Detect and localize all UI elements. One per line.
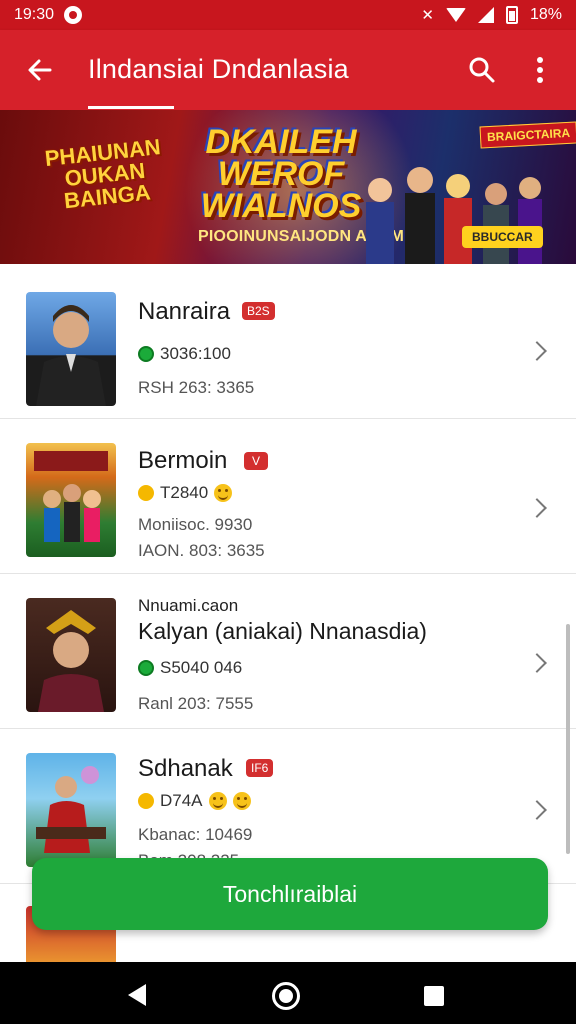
item-badge: IF6: [246, 759, 274, 777]
battery-icon: [505, 6, 518, 24]
chevron-right-icon: [528, 338, 548, 362]
item-title: Bermoin: [138, 447, 228, 474]
smile-icon: [214, 484, 233, 502]
chevron-right-icon: [528, 650, 548, 674]
list-item[interactable]: Nnuami.caon Kalyan (aniakai) Nnanasdia) …: [0, 574, 576, 729]
status-dot-icon: [138, 346, 154, 362]
app-bar: Ilndansiai Dndanlasia: [0, 30, 576, 110]
item-title: Sdhanak: [138, 755, 233, 782]
item-detail: IAON. 803: 3635: [138, 541, 265, 560]
search-button[interactable]: [464, 52, 500, 88]
item-detail: Ranl 203: 7555: [138, 694, 254, 713]
nav-home-icon[interactable]: [272, 982, 300, 1010]
banner-left-text: PHAIUNAN OUKAN BAINGA: [43, 134, 162, 214]
status-dot-icon: [138, 660, 154, 676]
list-item[interactable]: Bermoin V T2840 Moniisoc. 9930 IAON. 803…: [0, 419, 576, 574]
status-time: 19:30: [14, 6, 55, 23]
banner-logo: DKAILEH WEROF WIALNOS: [200, 123, 362, 225]
scrollbar[interactable]: [566, 624, 570, 854]
status-bar: 19:30 ✕ 18%: [0, 0, 576, 30]
nav-recents-icon[interactable]: [424, 986, 444, 1006]
nav-back-icon[interactable]: [128, 984, 146, 1006]
item-badge: B2S: [242, 302, 275, 320]
item-thumbnail: [26, 598, 116, 712]
item-stat-row: T2840: [138, 483, 233, 503]
item-stat-row: S5040 046: [138, 658, 242, 678]
item-detail: Kbanac: 10469: [138, 825, 253, 844]
chevron-right-icon: [528, 797, 548, 821]
mute-icon: ✕: [421, 7, 434, 24]
item-thumbnail: [26, 292, 116, 406]
promo-banner[interactable]: PHAIUNAN OUKAN BAINGA DKAILEH WEROF WIAL…: [0, 110, 576, 264]
item-stat-row: D74A: [138, 791, 251, 811]
chevron-right-icon: [528, 495, 548, 519]
coin-icon: [138, 485, 154, 501]
item-stat: D74A: [160, 791, 203, 810]
back-button[interactable]: [22, 52, 58, 88]
wifi-icon: [445, 8, 466, 22]
battery-percent: 18%: [529, 6, 562, 23]
item-stat: 3036:100: [160, 344, 231, 363]
item-title: Nanraira: [138, 298, 231, 325]
coin-icon: [138, 793, 154, 809]
more-options-button[interactable]: [522, 52, 558, 88]
person-image: [36, 305, 106, 406]
smile-icon: [208, 792, 227, 810]
item-subtitle: Nnuami.caon: [138, 596, 239, 615]
person-image: [38, 610, 104, 712]
banner-cta-button[interactable]: BBUCCAR: [462, 226, 543, 248]
system-nav-bar: [0, 962, 576, 1024]
item-stat-row: 3036:100: [138, 344, 231, 364]
notification-icon: [64, 6, 83, 24]
banner-tag: BRAIGCTAIRA: [479, 121, 576, 149]
item-detail: RSH 263: 3365: [138, 378, 255, 397]
more-vert-icon: [537, 57, 543, 83]
search-icon: [469, 57, 495, 83]
title-underline: [88, 106, 174, 109]
page-title: Ilndansiai Dndanlasia: [88, 54, 349, 84]
item-title: Kalyan (aniakai) Nnanasdia): [138, 618, 427, 644]
smile-icon: [232, 792, 251, 810]
item-thumbnail: [26, 443, 116, 557]
game-poster-image: [36, 766, 106, 853]
item-detail: Moniisoc. 9930: [138, 515, 253, 534]
arrow-left-icon: [28, 59, 52, 81]
primary-action-button[interactable]: Tonchlıraiblai: [32, 858, 548, 930]
item-stat: T2840: [160, 483, 209, 502]
signal-icon: [477, 7, 494, 23]
item-thumbnail: [26, 753, 116, 867]
list-item[interactable]: Nanraira B2S 3036:100 RSH 263: 3365: [0, 264, 576, 419]
item-badge: V: [244, 452, 269, 470]
game-poster-image: [34, 451, 108, 542]
item-stat: S5040 046: [160, 658, 243, 677]
